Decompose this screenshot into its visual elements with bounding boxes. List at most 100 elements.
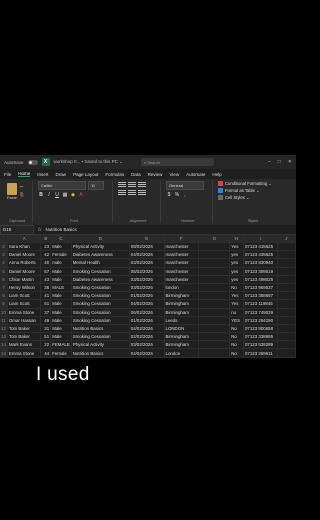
cell-f[interactable]: London	[164, 348, 200, 358]
cell-f[interactable]: Birmingham	[164, 299, 200, 309]
cell-j[interactable]	[277, 308, 296, 317]
fill-color-icon[interactable]: ◆	[70, 192, 76, 198]
cell-b[interactable]: 43	[40, 275, 52, 284]
cell-g[interactable]	[198, 324, 231, 334]
cell-a[interactable]: Emma Stone	[7, 308, 42, 317]
cell-g[interactable]	[198, 299, 231, 309]
conditional-formatting-button[interactable]: Conditional Formatting ⌄	[218, 181, 288, 186]
cell-b[interactable]: 44	[40, 348, 52, 358]
cell-i[interactable]: 07123 539289	[243, 340, 278, 350]
cell-a[interactable]: Daniel Moore	[7, 250, 42, 260]
cell-f[interactable]: manchester	[164, 275, 200, 284]
cell-d[interactable]: Smoking Cessation	[71, 332, 130, 342]
cell-g[interactable]	[198, 242, 231, 252]
spreadsheet-grid[interactable]: ABCDEFGHIJ 2 Sara Khan 23 Male Physical Acti…	[0, 235, 296, 358]
cell-f[interactable]: Leeds	[164, 316, 200, 325]
cell-d[interactable]: Smoking Cessation	[71, 291, 130, 301]
column-header-c[interactable]: C	[50, 235, 72, 243]
cell-f[interactable]: Birmingham	[164, 308, 200, 317]
cell-e[interactable]: 01/02/2026	[129, 291, 165, 301]
cell-i[interactable]: 07123 338995	[243, 332, 278, 342]
cell-g[interactable]	[198, 340, 231, 350]
row-number[interactable]: 8	[0, 291, 8, 301]
cell-g[interactable]	[198, 316, 231, 325]
cell-e[interactable]: 04/02/2026	[129, 250, 165, 260]
cell-a[interactable]: Mark Evans	[7, 340, 42, 350]
menu-draw[interactable]: Draw	[56, 172, 67, 177]
cell-b[interactable]: 37	[40, 308, 52, 317]
cell-h[interactable]: No	[229, 332, 244, 342]
cell-d[interactable]: Smoking Cessation	[71, 283, 130, 293]
column-header-h[interactable]: H	[229, 235, 244, 243]
cell-h[interactable]: Yes	[229, 242, 244, 252]
cell-e[interactable]: 03/02/2026	[129, 340, 165, 350]
cell-h[interactable]: no	[229, 357, 244, 358]
cell-f[interactable]: LONDON	[164, 324, 200, 334]
cell-d[interactable]: Smoking Cessation	[71, 316, 130, 325]
currency-icon[interactable]: $	[166, 192, 172, 198]
cell-a[interactable]: Omar Hassan	[7, 316, 42, 325]
cell-d[interactable]: Smoking Cessation	[71, 308, 130, 317]
cell-j[interactable]	[277, 316, 296, 325]
row-number[interactable]: 13	[0, 332, 8, 342]
column-header-f[interactable]: F	[164, 235, 200, 243]
cell-h[interactable]: yes	[229, 275, 244, 284]
cell-e[interactable]: 03/02/2026	[129, 258, 165, 268]
cell-d[interactable]: Diabetes Awareness	[71, 250, 130, 260]
cell-d[interactable]: Smoking Cessation	[71, 299, 130, 309]
cell-a[interactable]: Tom Baker	[7, 332, 42, 342]
cell-c[interactable]: Male	[50, 299, 72, 309]
cell-j[interactable]	[277, 258, 296, 268]
cell-g[interactable]	[198, 258, 231, 268]
italic-icon[interactable]: I	[46, 192, 52, 198]
cell-i[interactable]: 07123 435625	[243, 250, 278, 260]
row-number[interactable]: 14	[0, 340, 8, 350]
cell-i[interactable]: 07123 498025	[243, 275, 278, 284]
wrap-text-icon[interactable]	[138, 181, 146, 187]
menu-automate[interactable]: Automate	[186, 172, 205, 177]
cell-b[interactable]: 36	[40, 357, 52, 358]
cell-e[interactable]: 04/02/2026	[129, 299, 165, 309]
underline-icon[interactable]: U	[54, 192, 60, 198]
cell-j[interactable]	[277, 250, 296, 260]
cell-e[interactable]: 02/02/2026	[129, 332, 165, 342]
cell-f[interactable]: Birmingham	[164, 357, 200, 358]
cell-e[interactable]: 08/02/2026	[129, 242, 165, 252]
cell-e[interactable]: 03/02/2026	[129, 275, 165, 284]
cell-j[interactable]	[277, 275, 296, 284]
cell-h[interactable]: yes	[229, 258, 244, 268]
column-header-i[interactable]: I	[243, 235, 278, 243]
cell-e[interactable]: 03/02/2026	[129, 283, 165, 293]
column-header-a[interactable]: A	[7, 235, 42, 243]
cell-f[interactable]: Birmingham	[164, 291, 200, 301]
cell-b[interactable]: 61	[40, 299, 52, 309]
cell-i[interactable]: 07123 309519	[243, 267, 278, 276]
cell-a[interactable]: Anna Roberts	[7, 258, 42, 268]
maximize-icon[interactable]: □	[278, 159, 281, 165]
cell-g[interactable]	[198, 267, 231, 276]
cell-e[interactable]: 06/02/2026	[129, 308, 165, 317]
formula-input[interactable]: Nutrition Basics	[46, 227, 77, 232]
cell-c[interactable]: Male	[50, 357, 72, 358]
cell-f[interactable]: Birmingham	[164, 340, 200, 350]
cell-i[interactable]: 07123 749029	[243, 308, 278, 317]
row-number[interactable]: 7	[0, 283, 8, 293]
menu-view[interactable]: View	[169, 172, 179, 177]
menu-review[interactable]: Review	[148, 172, 163, 177]
column-header-g[interactable]: G	[198, 235, 231, 243]
row-number[interactable]: 16	[0, 357, 8, 358]
row-number[interactable]: 3	[0, 250, 8, 260]
paste-button[interactable]: Paste	[4, 181, 20, 200]
cell-j[interactable]	[277, 299, 296, 309]
row-number[interactable]: 9	[0, 299, 8, 309]
cell-i[interactable]: 07123 969537	[243, 283, 278, 293]
cell-f[interactable]: manchester	[164, 250, 200, 260]
cell-h[interactable]: Yes	[229, 299, 244, 309]
cell-i[interactable]: 07123 994663	[243, 357, 278, 358]
cell-d[interactable]: Mental Health	[71, 258, 130, 268]
close-icon[interactable]: ✕	[288, 159, 292, 165]
cut-icon[interactable]: ✂	[20, 184, 23, 189]
cell-h[interactable]: Yes	[229, 291, 244, 301]
format-as-table-button[interactable]: Format as Table ⌄	[218, 188, 288, 193]
align-left-icon[interactable]	[118, 189, 126, 195]
